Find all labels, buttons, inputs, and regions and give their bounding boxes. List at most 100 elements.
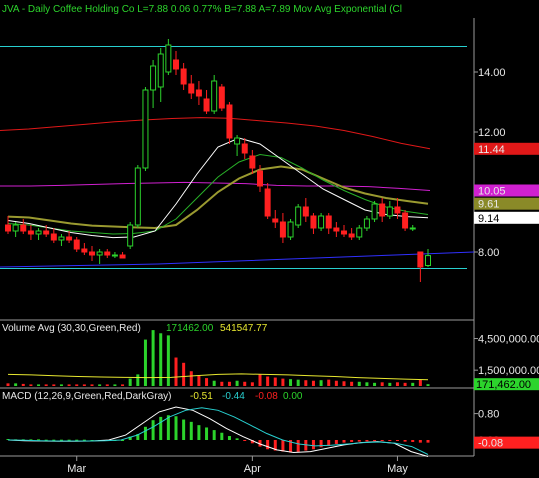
candle-body [81,248,88,253]
candle-body [402,212,409,229]
candle-body [188,83,195,94]
volume-bar [380,382,384,386]
candle-body [119,254,126,259]
volume-bar [37,384,41,386]
candle-body [356,227,363,238]
volume-bar [235,380,239,386]
volume-bar [281,378,285,386]
candle-body [50,233,57,241]
volume-bar [128,378,132,386]
volume-panel-title: Volume Avg (30,30,Green,Red) [2,323,141,334]
volume-bar [59,384,63,386]
last-value-label-ma-red: 11.44 [478,144,505,156]
candle-body [386,206,393,217]
macd-histogram-bar [296,440,300,452]
volume-bar [388,382,392,386]
volume-bar [250,382,254,386]
candle-body [394,206,401,214]
macd-histogram-bar [426,440,430,443]
candle-body [104,251,111,256]
volume-bar [304,380,308,386]
last-value-label-ma-white: 9.14 [478,213,499,225]
candle [127,222,134,249]
candle-body [134,167,141,226]
volume-bar [365,382,369,386]
candle-body [27,230,34,235]
macd-histogram-bar [365,440,369,442]
candle [295,204,302,228]
volume-value: 171462.00 [166,323,214,334]
candle-body [264,188,271,217]
volume-bar [266,376,270,386]
volume-bar [205,378,209,386]
candle-body [211,80,218,112]
volume-bar [98,384,102,386]
macd-histogram-bar [166,415,170,440]
volume-bar [395,382,399,386]
candle-body [58,236,65,241]
macd-panel-title: MACD (12,26,9,Green,Red,DarkGray) [2,391,172,402]
macd-histogram-bar [205,427,209,440]
volume-bar [342,381,346,386]
candle-body [127,224,134,247]
volume-bar [159,333,163,386]
candle-body [195,89,202,97]
volume-bar [197,375,201,386]
macd-histogram-bar [388,440,392,441]
volume-bar [67,384,71,386]
candle-body [203,98,210,112]
date-tick-label: May [387,463,408,475]
volume-bar [357,381,361,386]
volume-tick-label: 4,500,000.00 [478,334,539,346]
candle-body [257,170,263,187]
candle-body [66,236,73,241]
volume-bar [426,384,430,386]
candle-body [43,230,50,235]
volume-last-label: 171,462.00 [476,379,531,391]
volume-bar [174,357,178,386]
candle-body [20,224,27,232]
volume-bar [52,384,56,386]
candle-body [173,59,179,70]
volume-bar [14,383,18,386]
candle-body [295,206,302,226]
candle-body [234,137,241,145]
price-tick-label: 8.00 [478,247,499,259]
macd-histogram-bar [197,425,201,440]
macd-histogram-bar [411,440,415,442]
macd-histogram-bar [235,438,239,440]
candle-body [302,206,309,217]
macd-histogram-bar [373,440,377,441]
candle [371,201,378,222]
macd-histogram-bar [342,440,346,443]
macd-histogram-bar [266,440,270,450]
volume-avg-value: 541547.77 [220,323,268,334]
macd-histogram-bar [212,430,216,440]
candle-body [379,203,386,217]
volume-bar [327,379,331,386]
macd-histogram-bar [143,426,147,440]
macd-histogram-bar [159,416,163,440]
volume-bar [21,383,25,386]
volume-bar [296,379,300,386]
volume-bar [273,377,277,386]
macd-histogram-bar [380,440,384,441]
candle [142,87,149,171]
candle-body [333,227,340,232]
macd-histogram-bar [395,440,399,441]
volume-bar [289,379,293,386]
candle-body [279,221,286,238]
candle-body [318,215,325,229]
date-tick-label: Mar [67,463,86,475]
macd-zero-value: 0.00 [283,391,303,402]
volume-bar [6,383,10,386]
candle [402,210,409,231]
macd-histogram-bar [334,440,338,444]
candle-body [287,221,294,238]
candle-body [35,230,42,235]
candle [218,84,225,111]
volume-bar [121,384,125,386]
volume-bar [243,381,247,386]
price-tick-label: 12.00 [478,127,506,139]
candle-body [73,239,80,250]
